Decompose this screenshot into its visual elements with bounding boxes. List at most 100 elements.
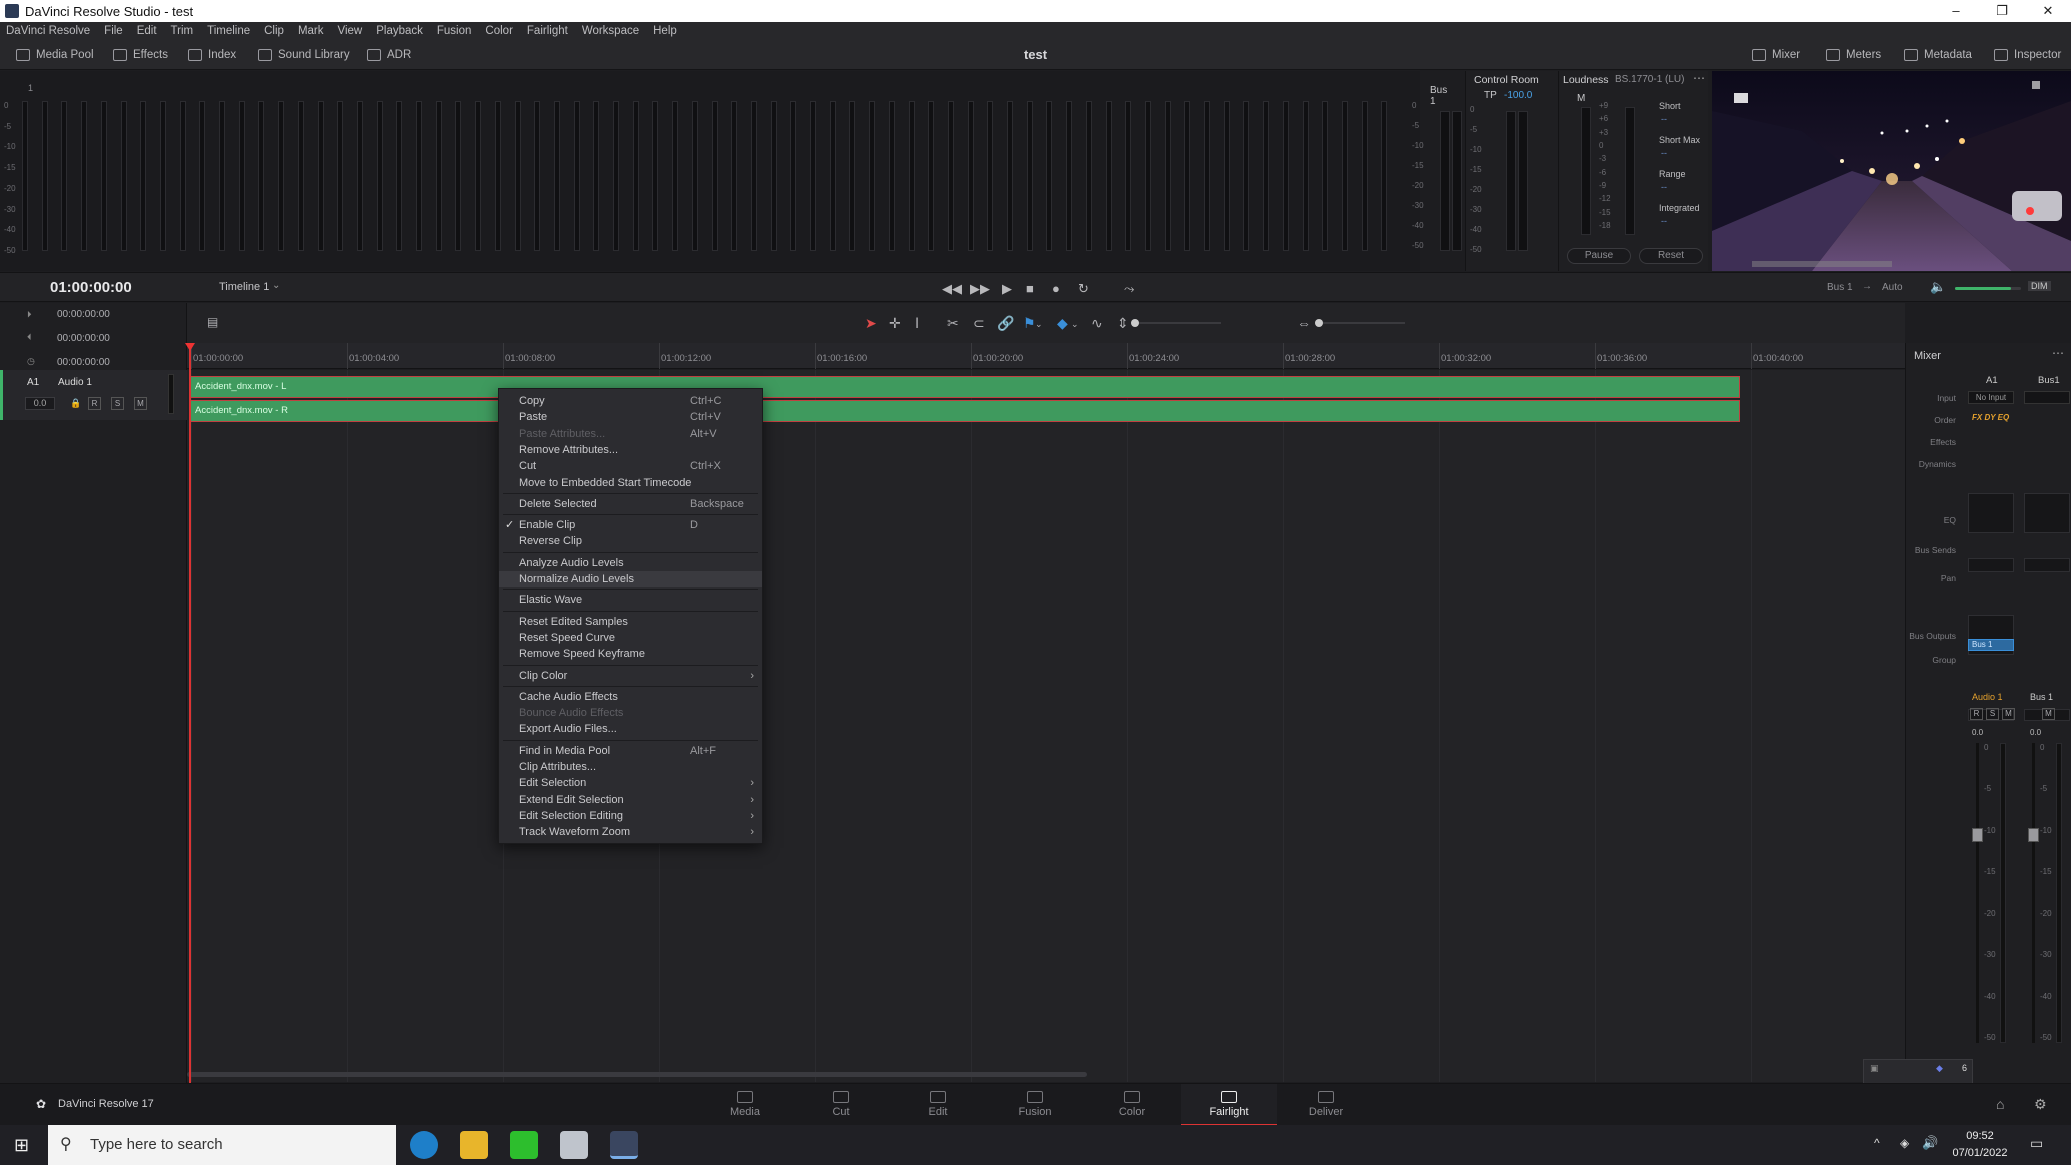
settings-gear-icon[interactable]: ⚙ (2034, 1096, 2047, 1113)
menu-workspace[interactable]: Workspace (576, 25, 647, 37)
horizontal-zoom-slider[interactable] (1315, 319, 1405, 327)
ctx-export-audio-files[interactable]: Export Audio Files... (499, 721, 762, 737)
marker-icon[interactable]: ◆ (1057, 315, 1068, 332)
mixer-button[interactable]: Mixer (1752, 40, 1800, 70)
ctx-remove-attributes[interactable]: Remove Attributes... (499, 442, 762, 458)
page-tab-media[interactable]: Media (697, 1084, 793, 1126)
windows-start-icon[interactable]: ⊞ (14, 1135, 29, 1156)
link-icon[interactable]: 🔗 (997, 315, 1014, 332)
mixer-module[interactable] (1968, 493, 2014, 533)
ctx-edit-selection[interactable]: Edit Selection › (499, 775, 762, 791)
menu-mark[interactable]: Mark (292, 25, 332, 37)
ctx-copy[interactable]: Copy Ctrl+C (499, 393, 762, 409)
close-button[interactable]: ✕ (2025, 0, 2071, 22)
ctx-cache-audio-effects[interactable]: Cache Audio Effects (499, 689, 762, 705)
fader-handle-a1[interactable] (1972, 828, 1983, 842)
maximize-button[interactable]: ❐ (1979, 0, 2025, 22)
loudness-reset-button[interactable]: Reset (1639, 248, 1703, 264)
monitor-bus[interactable]: Bus 1 (1827, 282, 1853, 293)
menu-view[interactable]: View (332, 25, 371, 37)
mixer-bus-output[interactable]: Bus 1 (1968, 639, 2014, 651)
mixer-bus-mute-button[interactable]: M (2042, 708, 2055, 720)
ctx-extend-edit-selection[interactable]: Extend Edit Selection › (499, 792, 762, 808)
ctx-reset-edited-samples[interactable]: Reset Edited Samples (499, 614, 762, 630)
track-layout-icon[interactable]: ▤ (207, 315, 218, 329)
menu-edit[interactable]: Edit (131, 25, 165, 37)
meters-button[interactable]: Meters (1826, 40, 1881, 70)
playhead[interactable] (189, 343, 191, 1083)
menu-davinci-resolve[interactable]: DaVinci Resolve (0, 25, 98, 37)
track-name[interactable]: Audio 1 (58, 377, 92, 388)
fast-forward-icon[interactable]: ▶▶ (970, 281, 990, 297)
ctx-delete-selected[interactable]: Delete Selected Backspace (499, 496, 762, 512)
horizontal-zoom-handle[interactable] (1315, 319, 1323, 327)
minimize-button[interactable]: – (1933, 0, 1979, 22)
page-tab-fusion[interactable]: Fusion (987, 1084, 1083, 1126)
ctx-remove-speed-keyframe[interactable]: Remove Speed Keyframe (499, 646, 762, 662)
track-level[interactable]: 0.0 (25, 397, 55, 410)
window-app-icon[interactable] (560, 1131, 588, 1159)
ctx-paste[interactable]: Paste Ctrl+V (499, 409, 762, 425)
adr-button[interactable]: ADR (367, 40, 411, 70)
edge-browser-icon[interactable] (410, 1131, 438, 1159)
ctx-analyze-audio-levels[interactable]: Analyze Audio Levels (499, 555, 762, 571)
menu-clip[interactable]: Clip (258, 25, 292, 37)
mixer-options-icon[interactable]: ⋯ (2052, 346, 2064, 360)
timeline-selector[interactable]: Timeline 1 (219, 281, 269, 293)
loudness-options-icon[interactable]: ⋯ (1693, 71, 1705, 85)
master-timecode[interactable]: 01:00:00:00 (50, 273, 132, 303)
menu-help[interactable]: Help (647, 25, 685, 37)
ctx-reverse-clip[interactable]: Reverse Clip (499, 533, 762, 549)
mixer-order[interactable]: FX DY EQ (1972, 413, 2009, 422)
taskbar-search-input[interactable]: Type here to search (48, 1125, 396, 1165)
page-tab-fairlight[interactable]: Fairlight (1181, 1084, 1277, 1126)
menu-fairlight[interactable]: Fairlight (521, 25, 576, 37)
ctx-normalize-audio-levels[interactable]: Normalize Audio Levels (499, 571, 762, 587)
ctx-track-waveform-zoom[interactable]: Track Waveform Zoom › (499, 824, 762, 840)
monitor-auto[interactable]: Auto (1882, 282, 1903, 293)
ctx-enable-clip[interactable]: Enable Clip D ✓ (499, 517, 762, 533)
edit-tool-icon[interactable]: Ⅰ (915, 315, 919, 332)
menu-trim[interactable]: Trim (165, 25, 202, 37)
track-header-a1[interactable]: A1 Audio 1 0.0 🔒 R S M (0, 370, 187, 420)
mixer-module[interactable] (1968, 558, 2014, 572)
track-record-button[interactable]: R (88, 397, 101, 410)
loop-icon[interactable]: ↻ (1078, 281, 1089, 297)
track-lock-icon[interactable]: 🔒 (70, 398, 81, 409)
waveform-zoom-icon[interactable]: ∿ (1091, 315, 1103, 332)
automation-icon[interactable]: ⤳ (1124, 281, 1134, 297)
volume-slider[interactable] (1955, 287, 2021, 290)
clock-time[interactable]: 09:52 (1948, 1130, 2012, 1142)
play-icon[interactable]: ▶ (1002, 281, 1012, 297)
menu-timeline[interactable]: Timeline (201, 25, 258, 37)
green-app-icon[interactable] (510, 1131, 538, 1159)
mixer-solo-button[interactable]: S (1986, 708, 1999, 720)
track-solo-button[interactable]: S (111, 397, 124, 410)
loudness-pause-button[interactable]: Pause (1567, 248, 1631, 264)
ctx-find-in-media-pool[interactable]: Find in Media Pool Alt+F (499, 743, 762, 759)
mixer-record-button[interactable]: R (1970, 708, 1983, 720)
sound-library-button[interactable]: Sound Library (258, 40, 350, 70)
menu-color[interactable]: Color (479, 25, 520, 37)
rewind-icon[interactable]: ◀◀ (942, 281, 962, 297)
record-icon[interactable]: ● (1052, 281, 1060, 296)
mixer-mute-button[interactable]: M (2002, 708, 2015, 720)
speaker-icon[interactable]: 🔈 (1930, 279, 1946, 295)
index-button[interactable]: Index (188, 40, 236, 70)
stop-icon[interactable]: ■ (1026, 281, 1034, 296)
page-tab-edit[interactable]: Edit (890, 1084, 986, 1126)
horizontal-zoom-icon[interactable]: ⇔ (1297, 315, 1311, 331)
page-tab-cut[interactable]: Cut (793, 1084, 889, 1126)
ctx-move-to-embedded-start-timecode[interactable]: Move to Embedded Start Timecode (499, 475, 762, 491)
playhead-handle[interactable] (185, 343, 195, 351)
mixer-module[interactable] (2024, 558, 2070, 572)
notifications-icon[interactable]: ▭ (2030, 1135, 2043, 1152)
ctx-elastic-wave[interactable]: Elastic Wave (499, 592, 762, 608)
menu-playback[interactable]: Playback (370, 25, 431, 37)
timeline-dropdown-icon[interactable]: ⌄ (272, 280, 280, 291)
ctx-edit-selection-editing[interactable]: Edit Selection Editing › (499, 808, 762, 824)
timeline-scrollbar[interactable] (187, 1072, 1087, 1077)
effects-button[interactable]: Effects (113, 40, 168, 70)
track-mute-button[interactable]: M (134, 397, 147, 410)
vertical-zoom-slider[interactable] (1131, 319, 1221, 327)
